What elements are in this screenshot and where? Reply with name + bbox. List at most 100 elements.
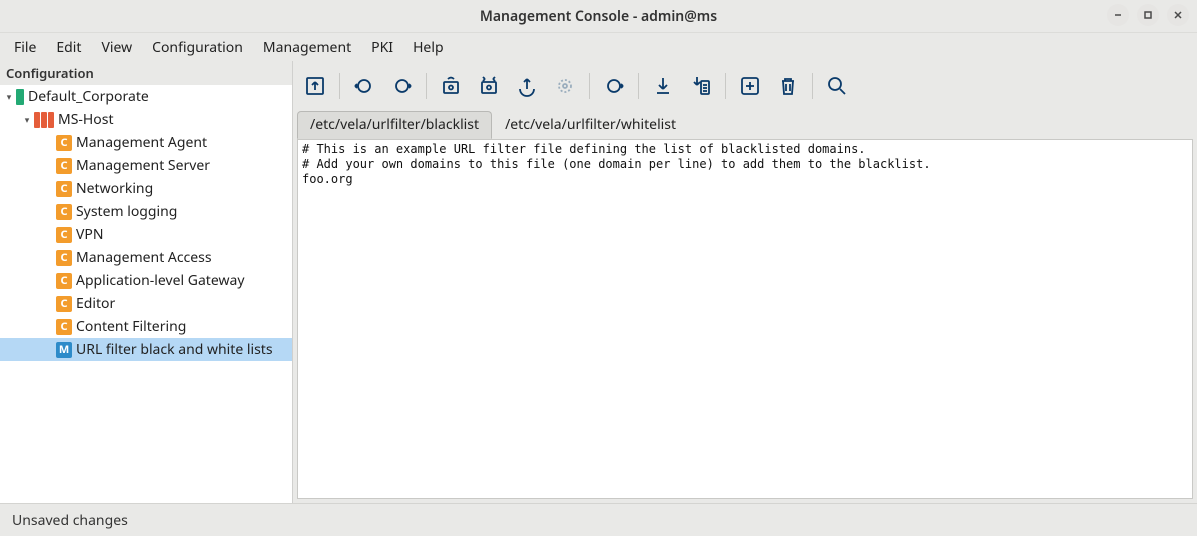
search-button[interactable] bbox=[821, 70, 853, 102]
new-button[interactable] bbox=[734, 70, 766, 102]
tree-row-host[interactable]: ▾ MS-Host bbox=[0, 108, 292, 131]
tree-label: Editor bbox=[76, 294, 115, 313]
menu-configuration[interactable]: Configuration bbox=[144, 36, 251, 59]
check-button[interactable] bbox=[435, 70, 467, 102]
tab-whitelist[interactable]: /etc/vela/urlfilter/whitelist bbox=[492, 111, 689, 139]
toolbar-separator bbox=[812, 73, 813, 99]
component-c-icon: C bbox=[56, 227, 72, 243]
download-icon bbox=[652, 75, 674, 97]
tree-row-component[interactable]: C VPN bbox=[0, 223, 292, 246]
search-icon bbox=[826, 75, 848, 97]
editor-textarea[interactable]: # This is an example URL filter file def… bbox=[297, 139, 1193, 499]
download-button[interactable] bbox=[647, 70, 679, 102]
main-panel: /etc/vela/urlfilter/blacklist /etc/vela/… bbox=[292, 61, 1197, 503]
commit-icon bbox=[304, 75, 326, 97]
tree-row-site[interactable]: ▾ Default_Corporate bbox=[0, 85, 292, 108]
chevron-down-icon[interactable]: ▾ bbox=[20, 113, 34, 126]
tab-bar: /etc/vela/urlfilter/blacklist /etc/vela/… bbox=[293, 111, 1197, 139]
minimize-button[interactable] bbox=[1107, 4, 1129, 26]
toolbar-separator bbox=[426, 73, 427, 99]
menu-management[interactable]: Management bbox=[255, 36, 359, 59]
status-text: Unsaved changes bbox=[12, 511, 128, 530]
window-controls bbox=[1107, 4, 1189, 26]
component-m-icon: M bbox=[56, 342, 72, 358]
menu-pki[interactable]: PKI bbox=[363, 36, 401, 59]
menu-edit[interactable]: Edit bbox=[48, 36, 89, 59]
sidebar: Configuration ▾ Default_Corporate ▾ MS-H… bbox=[0, 61, 292, 503]
close-button[interactable] bbox=[1167, 4, 1189, 26]
tree-row-component[interactable]: C System logging bbox=[0, 200, 292, 223]
component-c-icon: C bbox=[56, 250, 72, 266]
tree-label: Management Server bbox=[76, 156, 210, 175]
host-icon bbox=[34, 112, 54, 128]
tree-row-component[interactable]: C Networking bbox=[0, 177, 292, 200]
statusbar: Unsaved changes bbox=[0, 503, 1197, 536]
tree-label: System logging bbox=[76, 202, 177, 221]
tree-row-component[interactable]: C Management Agent bbox=[0, 131, 292, 154]
gear-dash-icon bbox=[554, 75, 576, 97]
menu-file[interactable]: File bbox=[6, 36, 44, 59]
tree-row-component[interactable]: C Management Server bbox=[0, 154, 292, 177]
tree-row-component-selected[interactable]: M URL filter black and white lists bbox=[0, 338, 292, 361]
tree-label: URL filter black and white lists bbox=[76, 340, 273, 359]
maximize-icon bbox=[1143, 10, 1153, 20]
tree-row-component[interactable]: C Editor bbox=[0, 292, 292, 315]
toolbar-separator bbox=[725, 73, 726, 99]
component-c-icon: C bbox=[56, 273, 72, 289]
view-button[interactable] bbox=[348, 70, 380, 102]
maximize-button[interactable] bbox=[1137, 4, 1159, 26]
download-list-button[interactable] bbox=[685, 70, 717, 102]
control-button[interactable] bbox=[549, 70, 581, 102]
download-list-icon bbox=[690, 75, 712, 97]
site-icon bbox=[16, 89, 24, 105]
tree-row-component[interactable]: C Application-level Gateway bbox=[0, 269, 292, 292]
close-icon bbox=[1173, 10, 1183, 20]
tree-label: Management Access bbox=[76, 248, 212, 267]
toolbar-separator bbox=[589, 73, 590, 99]
edit-icon bbox=[391, 75, 413, 97]
window-title: Management Console - admin@ms bbox=[480, 7, 717, 26]
component-c-icon: C bbox=[56, 204, 72, 220]
tree-row-component[interactable]: C Content Filtering bbox=[0, 315, 292, 338]
menu-help[interactable]: Help bbox=[405, 36, 452, 59]
body-area: Configuration ▾ Default_Corporate ▾ MS-H… bbox=[0, 61, 1197, 503]
tree-label: Content Filtering bbox=[76, 317, 186, 336]
tree-label: VPN bbox=[76, 225, 104, 244]
upload-button[interactable] bbox=[511, 70, 543, 102]
toolbar-separator bbox=[638, 73, 639, 99]
revert-icon bbox=[603, 75, 625, 97]
tree-label: MS-Host bbox=[58, 110, 114, 129]
commit-button[interactable] bbox=[299, 70, 331, 102]
component-c-icon: C bbox=[56, 158, 72, 174]
revert-button[interactable] bbox=[598, 70, 630, 102]
titlebar: Management Console - admin@ms bbox=[0, 0, 1197, 33]
component-c-icon: C bbox=[56, 135, 72, 151]
delete-button[interactable] bbox=[772, 70, 804, 102]
edit-button[interactable] bbox=[386, 70, 418, 102]
gear-arrows-icon bbox=[478, 75, 500, 97]
generate-button[interactable] bbox=[473, 70, 505, 102]
tree-label: Application-level Gateway bbox=[76, 271, 244, 290]
component-c-icon: C bbox=[56, 181, 72, 197]
tree-row-component[interactable]: C Management Access bbox=[0, 246, 292, 269]
component-c-icon: C bbox=[56, 296, 72, 312]
plus-box-icon bbox=[739, 75, 761, 97]
menubar: File Edit View Configuration Management … bbox=[0, 33, 1197, 61]
component-c-icon: C bbox=[56, 319, 72, 335]
menu-view[interactable]: View bbox=[93, 36, 140, 59]
gear-eye-icon bbox=[440, 75, 462, 97]
sidebar-header: Configuration bbox=[0, 61, 292, 85]
upload-icon bbox=[516, 75, 538, 97]
toolbar-separator bbox=[339, 73, 340, 99]
configuration-tree[interactable]: ▾ Default_Corporate ▾ MS-Host C Manageme… bbox=[0, 85, 292, 503]
tree-label: Default_Corporate bbox=[28, 87, 149, 106]
minimize-icon bbox=[1113, 10, 1123, 20]
tree-label: Management Agent bbox=[76, 133, 207, 152]
tab-blacklist[interactable]: /etc/vela/urlfilter/blacklist bbox=[297, 111, 492, 139]
chevron-down-icon[interactable]: ▾ bbox=[2, 90, 16, 103]
toolbar bbox=[293, 61, 1197, 111]
view-icon bbox=[353, 75, 375, 97]
window: Management Console - admin@ms File Edit … bbox=[0, 0, 1197, 536]
tree-label: Networking bbox=[76, 179, 153, 198]
trash-icon bbox=[777, 75, 799, 97]
